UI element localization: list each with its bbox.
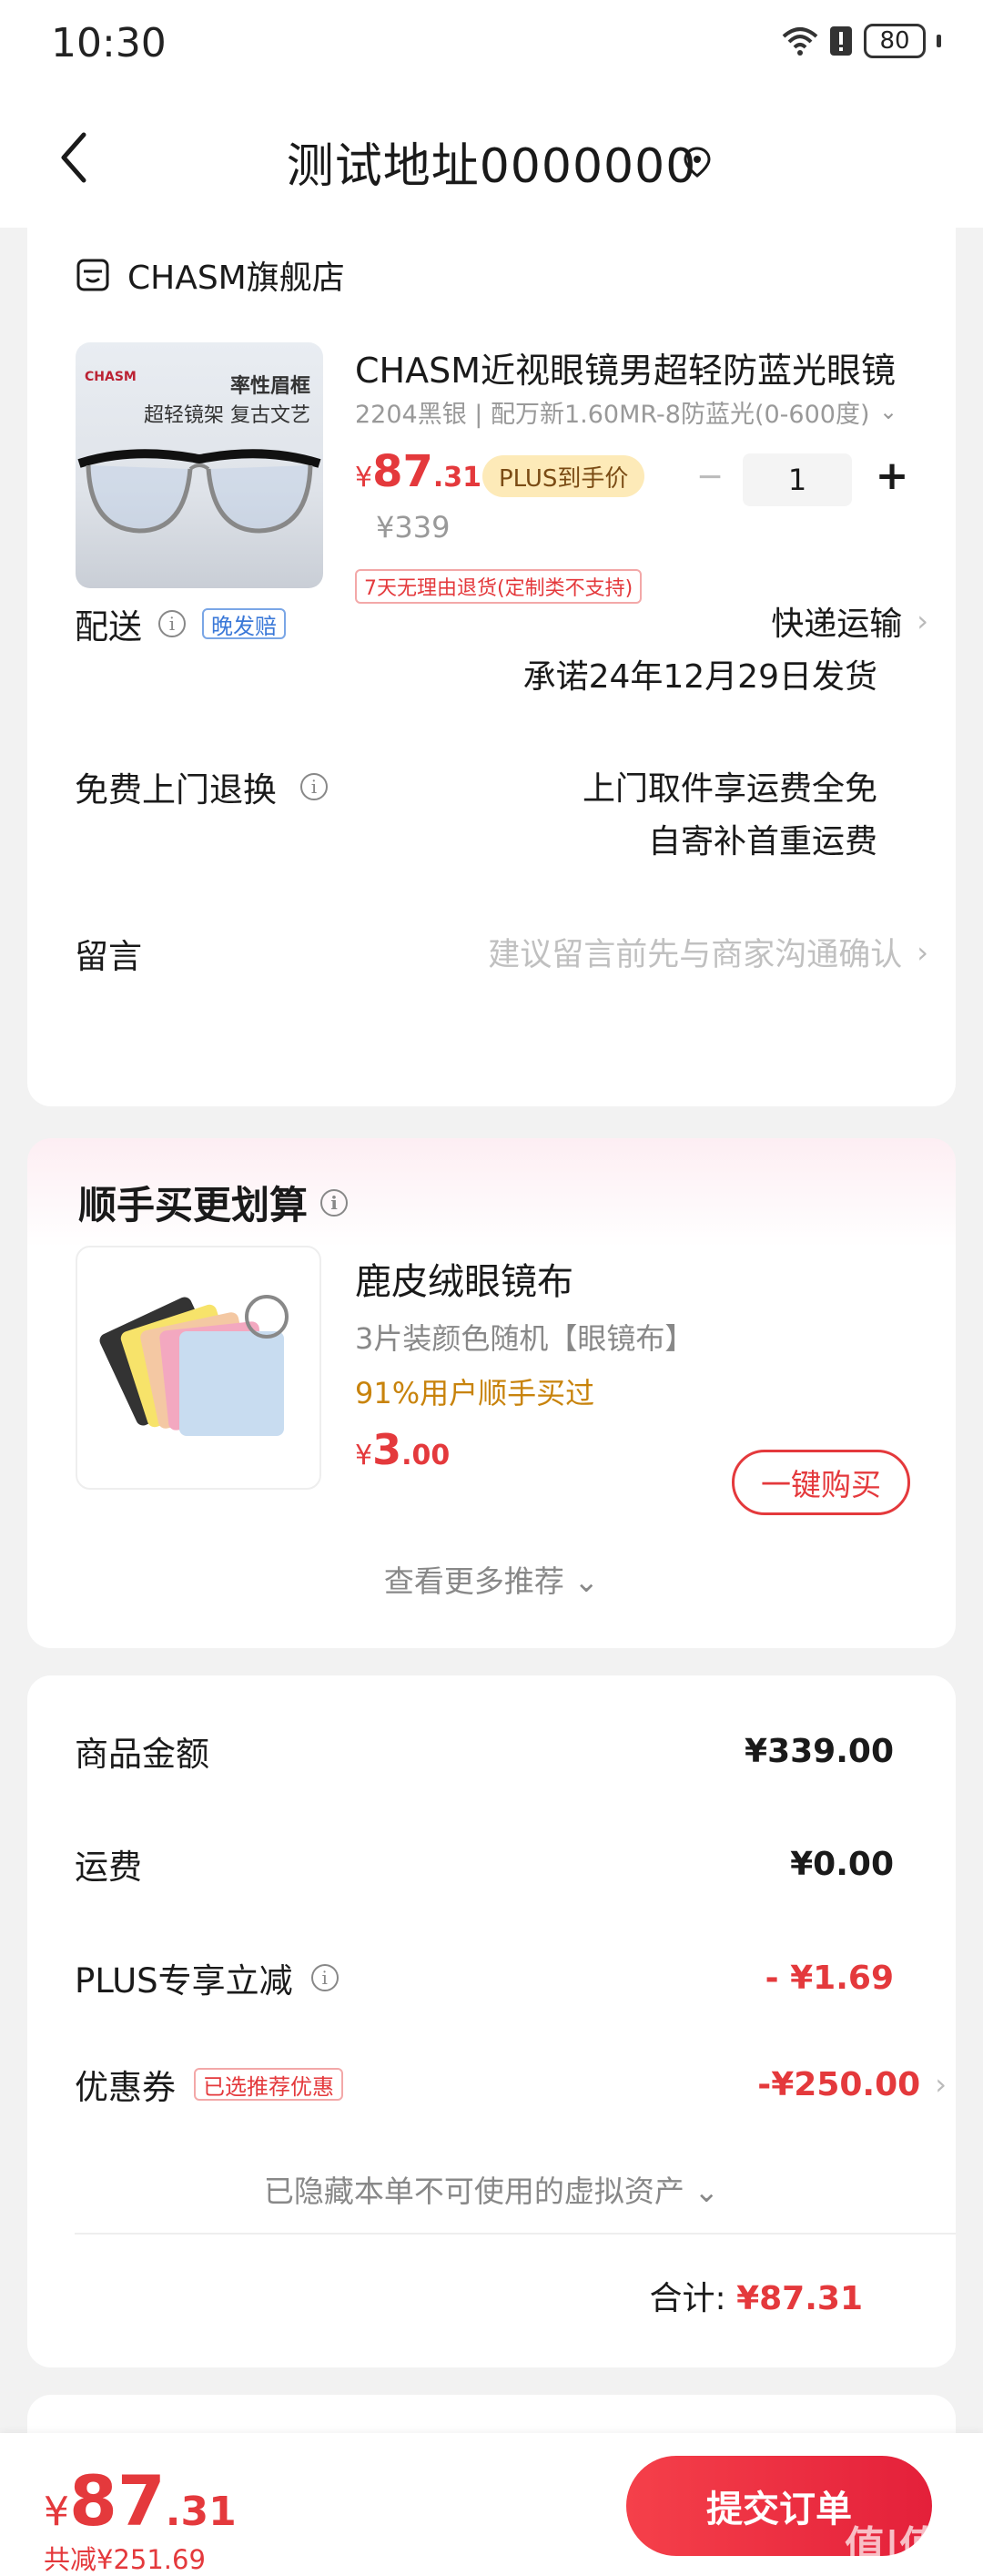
divider: [75, 2233, 956, 2235]
store-header[interactable]: CHASM旗舰店: [75, 251, 345, 299]
product-price: ¥ 87 .31: [355, 446, 481, 497]
goods-amount-value: ¥339.00: [745, 1732, 894, 1770]
price-decimal: .31: [165, 2489, 237, 2535]
quantity-input[interactable]: 1: [743, 453, 852, 506]
recommend-card: 顺手买更划算 i 鹿皮绒眼镜布 3片装颜色随机【眼镜布】 91%用户顺手买过 ¥…: [27, 1138, 956, 1648]
price-currency: ¥: [355, 462, 373, 494]
quantity-decrease-button[interactable]: −: [692, 461, 728, 497]
chevron-right-icon: ›: [917, 934, 928, 970]
chevron-down-icon[interactable]: ⌄: [879, 399, 897, 424]
status-time: 10:30: [51, 20, 167, 66]
delivery-method: 快递运输: [771, 606, 903, 643]
price-currency: ¥: [355, 1440, 373, 1471]
total-row: 合计: ¥87.31: [27, 2272, 863, 2319]
watermark-site: zhizhizhi.com: [846, 2557, 946, 2574]
order-summary-card: 商品金额 ¥339.00 运费 ¥0.00 PLUS专享立减 i - ¥1.69…: [27, 1675, 956, 2367]
price-decimal: .31: [432, 462, 482, 494]
chevron-right-icon: ›: [935, 2067, 947, 2102]
cloth-illustration: [99, 1295, 289, 1436]
coupon-label: 优惠券: [75, 2068, 176, 2107]
free-return-label: 免费上门退换: [75, 770, 277, 809]
hidden-assets-label: 已隐藏本单不可使用的虚拟资产: [263, 2174, 684, 2209]
product-image-subcaption: 超轻镜架 复古文艺: [144, 404, 310, 427]
late-compensation-tag: 晚发赔: [202, 608, 286, 639]
total-saved: 共减¥251.69: [44, 2544, 206, 2575]
goods-amount-row: 商品金额 ¥339.00: [75, 1726, 894, 1776]
product-image-caption: 率性眉框: [229, 375, 310, 398]
recommend-item-price: ¥ 3 .00: [355, 1425, 450, 1474]
coupon-label-group: 优惠券 已选推荐优惠: [75, 2060, 343, 2109]
total-value: ¥87.31: [736, 2280, 863, 2317]
product-image-brand: CHASM: [85, 370, 137, 384]
quantity-increase-button[interactable]: +: [870, 455, 914, 499]
more-recommendations-label: 查看更多推荐: [383, 1563, 564, 1599]
shipping-value: ¥0.00: [790, 1845, 894, 1883]
price-integer: 87: [69, 2460, 166, 2541]
plus-discount-value: - ¥1.69: [765, 1959, 894, 1997]
coupon-value: -¥250.00: [757, 2065, 921, 2103]
status-icons: 80: [782, 24, 941, 58]
plus-price-badge: PLUS到手价: [482, 455, 645, 497]
hidden-assets-toggle[interactable]: 已隐藏本单不可使用的虚拟资产 ⌄: [27, 2167, 956, 2211]
shipping-label: 运费: [75, 1848, 142, 1887]
goods-amount-label: 商品金额: [75, 1735, 209, 1774]
store-icon: [76, 259, 109, 291]
price-integer: 3: [372, 1425, 402, 1474]
plus-discount-row: PLUS专享立减 i - ¥1.69: [75, 1953, 894, 2002]
recommend-item-stat: 91%用户顺手买过: [355, 1376, 595, 1410]
plus-discount-label-group: PLUS专享立减 i: [75, 1953, 339, 2002]
message-input[interactable]: 建议留言前先与商家沟通确认 ›: [488, 929, 928, 975]
product-title[interactable]: CHASM近视眼镜男超轻防蓝光眼镜: [355, 342, 937, 392]
recommend-item-name[interactable]: 鹿皮绒眼镜布: [355, 1252, 573, 1305]
store-card: CHASM旗舰店 CHASM 率性眉框 超轻镜架 复古文艺 CHASM近视眼镜男…: [27, 228, 956, 1106]
recommend-item-desc: 3片装颜色随机【眼镜布】: [355, 1321, 694, 1356]
recommend-title-group: 顺手买更划算 i: [78, 1175, 349, 1230]
price-decimal: .00: [401, 1440, 451, 1471]
status-bar: 10:30 80: [0, 0, 983, 91]
info-icon[interactable]: i: [310, 1964, 339, 1991]
one-click-buy-button[interactable]: 一键购买: [732, 1450, 910, 1515]
coupon-value-group: -¥250.00 ›: [757, 2066, 947, 2103]
coupon-recommended-tag: 已选推荐优惠: [194, 2068, 343, 2101]
delivery-label-group: 配送 i 晚发赔: [75, 599, 286, 648]
info-icon[interactable]: i: [320, 1188, 349, 1217]
recommend-title: 顺手买更划算: [78, 1183, 309, 1227]
delivery-promise: 承诺24年12月29日发货: [522, 658, 877, 696]
coupon-row[interactable]: 优惠券 已选推荐优惠 -¥250.00 ›: [75, 2060, 947, 2109]
chevron-right-icon: ›: [917, 604, 928, 638]
message-placeholder: 建议留言前先与商家沟通确认: [488, 937, 903, 973]
message-label: 留言: [75, 937, 142, 976]
location-pin-icon[interactable]: [681, 146, 714, 178]
bottom-checkout-bar: ¥ 87 .31 共减¥251.69 提交订单: [0, 2433, 983, 2576]
price-currency: ¥: [44, 2489, 69, 2535]
battery-indicator: 80: [864, 24, 926, 58]
checkout-price: ¥ 87 .31: [44, 2460, 237, 2541]
delivery-method-row[interactable]: 快递运输 ›: [771, 597, 928, 645]
return-policy-tag: 7天无理由退货(定制类不支持): [355, 569, 643, 604]
total-label: 合计:: [649, 2280, 726, 2317]
address-title[interactable]: 测试地址0000000: [0, 127, 983, 196]
page-header: 测试地址0000000: [0, 91, 983, 228]
product-spec[interactable]: 2204黑银 | 配万新1.60MR-8防蓝光(0-600度): [355, 394, 892, 430]
price-integer: 87: [372, 446, 433, 497]
wifi-icon: [782, 27, 818, 56]
product-image[interactable]: CHASM 率性眉框 超轻镜架 复古文艺: [76, 342, 323, 588]
alert-icon: [830, 26, 852, 56]
info-icon[interactable]: i: [300, 773, 328, 800]
info-icon[interactable]: i: [158, 610, 186, 637]
original-price: ¥339: [376, 510, 451, 545]
chevron-down-icon: ⌄: [694, 2174, 720, 2209]
recommend-item-image[interactable]: [76, 1246, 321, 1490]
battery-tip: [937, 35, 941, 47]
free-return-line1: 上门取件享运费全免: [582, 770, 877, 808]
free-return-line2: 自寄补首重运费: [647, 823, 877, 860]
store-name: CHASM旗舰店: [127, 260, 345, 297]
delivery-label: 配送: [75, 607, 142, 647]
free-return-label-group: 免费上门退换 i: [75, 762, 328, 811]
shipping-row: 运费 ¥0.00: [75, 1839, 894, 1889]
plus-discount-label: PLUS专享立减: [75, 1961, 293, 2001]
chevron-down-icon: ⌄: [573, 1563, 600, 1599]
more-recommendations-link[interactable]: 查看更多推荐 ⌄: [27, 1557, 956, 1601]
glasses-illustration: [77, 449, 321, 534]
